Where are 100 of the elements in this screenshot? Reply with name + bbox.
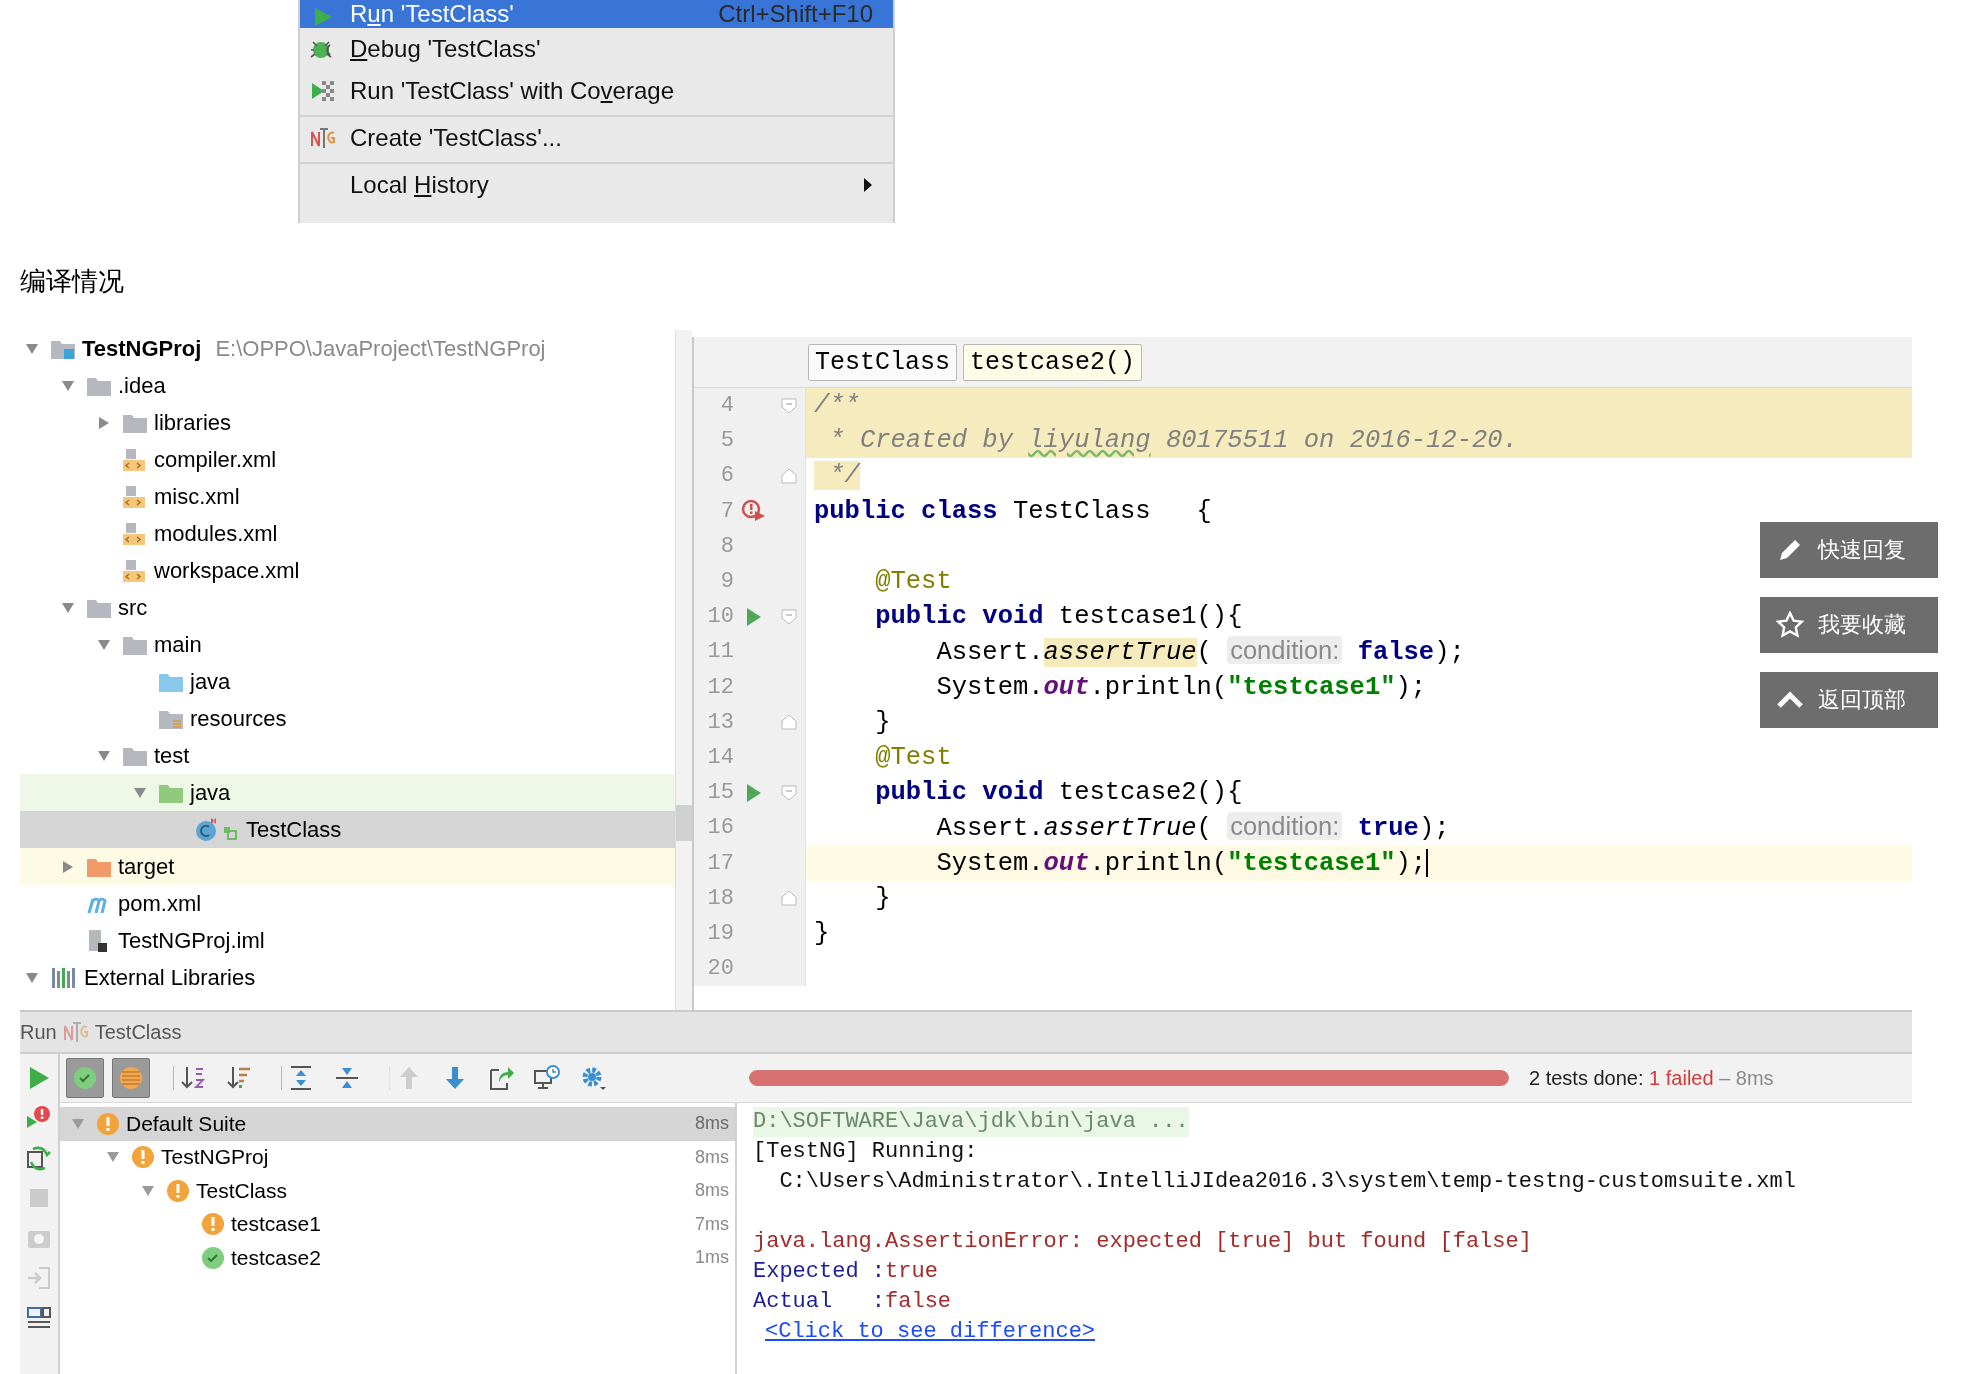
- passed-status-icon: [201, 1245, 225, 1270]
- tree-item-label: misc.xml: [154, 483, 240, 510]
- expand-arrow-icon[interactable]: [98, 415, 110, 430]
- test-duration: 8ms: [695, 1146, 729, 1168]
- collapse-arrow-icon[interactable]: [61, 379, 75, 392]
- test-result-row[interactable]: testcase1 7ms: [60, 1207, 735, 1241]
- floating-action-button[interactable]: 返回顶部: [1760, 672, 1938, 728]
- code-line: @Test: [874, 567, 952, 597]
- tree-row[interactable]: External Libraries: [20, 959, 675, 996]
- menu-item[interactable]: Local History: [300, 162, 893, 206]
- code-line: }: [814, 918, 830, 948]
- tree-row[interactable]: modules.xml: [20, 515, 675, 552]
- floating-action-button[interactable]: 我要收藏: [1760, 597, 1938, 653]
- scrollbar[interactable]: [675, 330, 692, 1010]
- xml-file-icon: [122, 447, 148, 472]
- tree-item-label: java: [190, 668, 231, 695]
- tree-row[interactable]: java: [20, 663, 675, 700]
- warning-status-icon: [96, 1111, 120, 1136]
- console-line: C:\Users\Administrator\.IntelliJIdea2016.3\system\temp-testng-customsuite.xml: [778, 1168, 1796, 1196]
- warning-status-icon: [131, 1145, 155, 1170]
- xml-file-icon: [122, 521, 148, 546]
- line-number: 16: [706, 815, 734, 841]
- xml-file-icon: [122, 484, 148, 509]
- difference-link[interactable]: <Click to see difference>: [765, 1319, 1096, 1344]
- tree-row[interactable]: libraries: [20, 404, 675, 441]
- tree-row[interactable]: target: [20, 848, 675, 885]
- fold-icon[interactable]: [781, 608, 797, 625]
- tree-row[interactable]: workspace.xml: [20, 552, 675, 589]
- tree-row[interactable]: TestNGProj.iml: [20, 922, 675, 959]
- class-icon: [194, 816, 240, 843]
- breadcrumb[interactable]: TestClass: [808, 343, 958, 381]
- code-line: System.out.println("testcase1");: [935, 848, 1427, 878]
- fold-end-icon[interactable]: [781, 890, 797, 907]
- breadcrumb[interactable]: testcase2(): [963, 343, 1143, 381]
- expand-arrow-icon[interactable]: [62, 859, 74, 874]
- tree-row[interactable]: misc.xml: [20, 478, 675, 515]
- tree-row[interactable]: main: [20, 626, 675, 663]
- menu-item[interactable]: Debug 'TestClass': [300, 28, 893, 70]
- tree-row[interactable]: src: [20, 589, 675, 626]
- collapse-arrow-icon[interactable]: [25, 342, 39, 355]
- tree-item-label: target: [118, 853, 175, 880]
- run-gutter-icon[interactable]: [746, 782, 762, 803]
- collapse-arrow-icon[interactable]: [61, 601, 75, 614]
- menu-item[interactable]: Create 'TestClass'...: [300, 115, 893, 159]
- fold-icon[interactable]: [781, 784, 797, 801]
- fold-end-icon[interactable]: [781, 714, 797, 731]
- test-duration: 8ms: [695, 1180, 729, 1202]
- tree-row[interactable]: TestNGProj E:\OPPO\JavaProject\TestNGProj: [20, 330, 675, 367]
- collapse-arrow-icon[interactable]: [141, 1184, 155, 1197]
- xml-file-icon: [122, 558, 148, 583]
- floating-action-button[interactable]: 快速回复: [1760, 522, 1938, 578]
- section-heading: 编译情况: [20, 265, 124, 298]
- failed-run-gutter-icon[interactable]: [741, 499, 767, 524]
- tree-item-label: modules.xml: [154, 520, 278, 547]
- line-number: 9: [719, 569, 734, 595]
- panel-title: Run: [20, 1020, 57, 1044]
- collapse-arrow-icon[interactable]: [97, 749, 111, 762]
- test-duration: 1ms: [695, 1247, 729, 1269]
- test-result-row[interactable]: TestClass 8ms: [60, 1174, 735, 1208]
- testng-icon: [310, 126, 336, 150]
- tree-row[interactable]: TestClass: [20, 811, 675, 848]
- code-line: @Test: [874, 742, 952, 772]
- text-caret: [1426, 849, 1429, 878]
- test-duration: 7ms: [695, 1213, 729, 1235]
- tree-row[interactable]: pom.xml: [20, 885, 675, 922]
- console-line: java.lang.AssertionError: expected [true] but found [false]: [753, 1228, 1532, 1256]
- fold-icon[interactable]: [781, 397, 797, 414]
- test-name: Default Suite: [126, 1111, 248, 1136]
- code-line: public class TestClass {: [814, 496, 1212, 526]
- tree-item-label: test: [154, 742, 190, 769]
- collapse-arrow-icon[interactable]: [97, 638, 111, 651]
- star-icon: [1776, 611, 1804, 639]
- run-gutter-icon[interactable]: [746, 606, 762, 627]
- menu-item[interactable]: Run 'TestClass' with Coverage: [300, 70, 893, 112]
- test-result-row[interactable]: Default Suite 8ms: [60, 1107, 735, 1141]
- tree-item-label: resources: [190, 705, 287, 732]
- tree-row[interactable]: test: [20, 737, 675, 774]
- project-path: E:\OPPO\JavaProject\TestNGProj: [215, 335, 546, 362]
- tree-row[interactable]: compiler.xml: [20, 441, 675, 478]
- collapse-arrow-icon[interactable]: [133, 786, 147, 799]
- collapse-arrow-icon[interactable]: [25, 971, 39, 984]
- tree-row[interactable]: resources: [20, 700, 675, 737]
- test-result-row[interactable]: testcase2 1ms: [60, 1241, 735, 1275]
- test-name: TestNGProj: [161, 1145, 270, 1170]
- test-summary: 2 tests done: 1 failed – 8ms: [1529, 1066, 1774, 1090]
- warning-status-icon: [166, 1178, 190, 1203]
- console-line: Expected :true: [753, 1258, 938, 1286]
- tree-item-label: TestClass: [246, 816, 342, 843]
- shortcut-label: Ctrl+Shift+F10: [718, 0, 873, 28]
- collapse-arrow-icon[interactable]: [71, 1117, 85, 1130]
- code-line: Assert.assertTrue( condition: true);: [935, 812, 1450, 844]
- menu-item[interactable]: Run 'TestClass' Ctrl+Shift+F10: [300, 0, 893, 28]
- line-number: 5: [719, 428, 734, 454]
- tree-row[interactable]: .idea: [20, 367, 675, 404]
- tree-row[interactable]: java: [20, 774, 675, 811]
- tree-item-label: compiler.xml: [154, 446, 277, 473]
- collapse-arrow-icon[interactable]: [106, 1151, 120, 1164]
- line-number: 17: [706, 850, 734, 876]
- test-result-row[interactable]: TestNGProj 8ms: [60, 1140, 735, 1174]
- fold-end-icon[interactable]: [781, 467, 797, 484]
